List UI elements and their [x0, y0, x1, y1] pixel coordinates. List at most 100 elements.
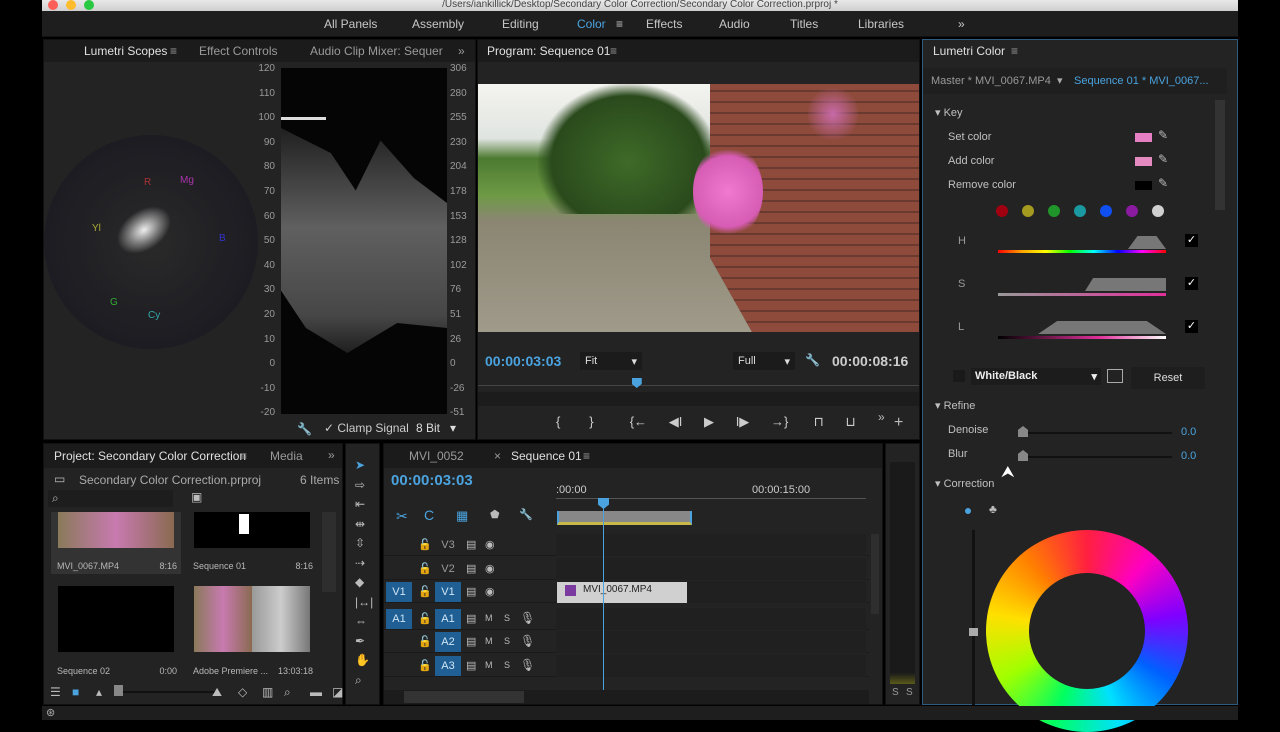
track-target-a2[interactable]: A2 — [435, 632, 461, 652]
color-preset-swatch[interactable] — [996, 205, 1008, 217]
color-preset-swatch[interactable] — [1126, 205, 1138, 217]
lock-icon[interactable]: 🔓 — [418, 612, 432, 625]
automate-to-sequence-icon[interactable]: ▥ — [262, 685, 273, 699]
lock-icon[interactable]: 🔓 — [418, 659, 432, 672]
sync-lock-icon[interactable]: ▤ — [466, 585, 476, 598]
nest-icon[interactable]: ▦ — [456, 508, 468, 524]
source-patch-a1[interactable]: A1 — [386, 608, 412, 629]
sync-lock-icon[interactable]: ▤ — [466, 659, 476, 672]
workspace-assembly[interactable]: Assembly — [412, 17, 464, 31]
zoom-window-button[interactable] — [84, 0, 94, 10]
sort-order-icon[interactable]: ◇ — [238, 685, 247, 699]
timeline-scrollbar[interactable] — [384, 690, 869, 704]
microphone-icon[interactable]: 🎙 — [520, 611, 535, 625]
slip-tool-icon[interactable]: ⇢ — [355, 556, 365, 570]
tab-media[interactable]: Media — [270, 449, 303, 463]
one-wheel-mode-icon[interactable] — [965, 508, 971, 514]
key-section-toggle[interactable]: ▾ Key — [935, 106, 963, 119]
project-item[interactable]: Adobe Premiere ... 13:03:18 — [187, 584, 317, 679]
zoom-tool-icon[interactable]: ⌕ — [355, 673, 362, 688]
track-target-v1[interactable]: V1 — [435, 582, 461, 602]
bit-depth-dropdown[interactable]: 8 Bit ▾ — [416, 421, 456, 435]
scrollbar[interactable] — [322, 512, 336, 592]
color-preset-swatch[interactable] — [1152, 205, 1164, 217]
solo-right-button[interactable]: S — [906, 687, 913, 698]
correction-luma-slider[interactable] — [972, 530, 975, 705]
close-window-button[interactable] — [48, 0, 58, 10]
refine-section-toggle[interactable]: ▾ Refine — [935, 399, 975, 412]
eyedropper-icon[interactable]: ✎ — [1158, 152, 1168, 166]
workspace-all-panels[interactable]: All Panels — [324, 17, 377, 31]
add-color-swatch[interactable] — [1135, 157, 1152, 166]
solo-button[interactable]: S — [504, 636, 510, 646]
track-target-v3[interactable]: V3 — [435, 535, 461, 555]
tab-project[interactable]: Project: Secondary Color Correction — [54, 449, 246, 463]
more-tabs-button[interactable]: » — [328, 448, 335, 462]
slide-alt-tool-icon[interactable]: ⇔ — [355, 614, 367, 628]
solo-left-button[interactable]: S — [892, 687, 899, 698]
new-bin-icon[interactable]: ▬ — [310, 685, 322, 699]
color-preset-swatch[interactable] — [1074, 205, 1086, 217]
monitor-zoom-scrollbar[interactable] — [478, 392, 919, 406]
scrollbar[interactable] — [1215, 100, 1225, 210]
extract-button[interactable]: ⊔ — [845, 414, 855, 429]
blur-slider-handle[interactable] — [1018, 450, 1028, 461]
mute-button[interactable]: M — [485, 613, 493, 623]
step-back-button[interactable]: ◀I — [669, 414, 683, 429]
sync-lock-icon[interactable]: ▤ — [466, 612, 476, 625]
thumbnail-size-handle[interactable] — [114, 685, 123, 696]
mask-display-dropdown[interactable]: White/Black ▾ — [971, 368, 1101, 385]
zoom-fit-dropdown[interactable]: Fit ▾ — [580, 352, 642, 370]
close-tab-icon[interactable]: × — [494, 449, 501, 463]
invert-mask-button[interactable] — [1107, 369, 1123, 383]
eyedropper-icon[interactable]: ✎ — [1158, 176, 1168, 190]
lock-icon[interactable]: 🔓 — [418, 538, 432, 551]
denoise-value[interactable]: 0.0 — [1181, 426, 1196, 438]
color-preset-swatch[interactable] — [1022, 205, 1034, 217]
saturation-range-slider[interactable] — [998, 293, 1166, 296]
find-icon[interactable]: ⌕ — [284, 685, 291, 700]
menu-icon[interactable]: ≡ — [1011, 44, 1018, 58]
program-playhead[interactable] — [631, 378, 642, 388]
rate-stretch-tool-icon[interactable]: ⇳ — [355, 536, 365, 550]
three-wheel-mode-icon[interactable]: ♣ — [989, 502, 997, 516]
show-mask-checkbox[interactable] — [953, 370, 965, 382]
project-item[interactable]: Sequence 01 8:16 — [187, 512, 317, 574]
color-preset-swatch[interactable] — [1100, 205, 1112, 217]
wrench-icon[interactable]: 🔧 — [805, 353, 820, 367]
tab-program-sequence[interactable]: Program: Sequence 01 — [487, 44, 610, 58]
microphone-icon[interactable]: 🎙 — [520, 634, 535, 648]
timeline-playhead[interactable] — [598, 498, 609, 509]
tab-effect-controls[interactable]: Effect Controls — [199, 44, 277, 58]
color-preset-swatch[interactable] — [1048, 205, 1060, 217]
source-patch-v1[interactable]: V1 — [386, 582, 412, 602]
pen-tool-icon[interactable]: ✒ — [355, 634, 365, 648]
hue-checkbox[interactable]: ✓ — [1185, 234, 1198, 247]
icon-view-icon[interactable]: ■ — [72, 685, 79, 699]
track-target-a1[interactable]: A1 — [435, 608, 461, 629]
sync-lock-icon[interactable]: ▤ — [466, 562, 476, 575]
minimize-window-button[interactable] — [66, 0, 76, 10]
add-button-icon[interactable]: + — [894, 414, 903, 432]
chevron-down-icon[interactable]: ▾ — [1057, 74, 1063, 87]
program-video-frame[interactable] — [478, 84, 919, 332]
new-item-icon[interactable]: ◪ — [332, 685, 343, 699]
luminance-checkbox[interactable]: ✓ — [1185, 320, 1198, 333]
snap-icon[interactable]: ✂ — [396, 508, 408, 525]
workspace-libraries[interactable]: Libraries — [858, 17, 904, 31]
sequence-clip-tab[interactable]: Sequence 01 * MVI_0067... — [1074, 75, 1209, 87]
track-target-v2[interactable]: V2 — [435, 559, 461, 579]
microphone-icon[interactable]: 🎙 — [520, 658, 535, 672]
project-search-input[interactable]: ⌕ — [48, 490, 173, 507]
list-view-icon[interactable]: ☰ — [50, 685, 61, 699]
hue-range-slider[interactable] — [998, 250, 1166, 253]
workspace-titles[interactable]: Titles — [790, 17, 818, 31]
correction-section-toggle[interactable]: ▾ Correction — [935, 477, 994, 490]
track-target-a3[interactable]: A3 — [435, 655, 461, 676]
project-item[interactable]: MVI_0067.MP4 8:16 — [51, 512, 181, 574]
tab-lumetri-scopes[interactable]: Lumetri Scopes — [84, 44, 167, 58]
menu-icon[interactable]: ≡ — [610, 44, 617, 58]
color-wheel-center[interactable] — [1029, 573, 1145, 689]
mark-out-button[interactable]: } — [589, 414, 593, 429]
saturation-range-handle[interactable] — [1085, 278, 1166, 291]
